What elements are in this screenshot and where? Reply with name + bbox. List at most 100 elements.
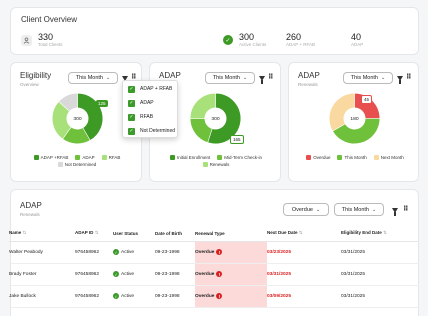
cell-renewal-type: Overdue!	[195, 241, 267, 264]
column-header-name[interactable]: Name ⇅	[9, 226, 75, 242]
cell-status: ✓ Active	[113, 241, 155, 264]
sort-icon: ⇅	[298, 230, 303, 236]
legend-item: Next Month	[373, 155, 404, 160]
renewal-type-filter-label: Overdue	[291, 206, 313, 213]
eligibility-callout: 125	[96, 100, 108, 107]
cell-dob: 09-23-1998	[155, 285, 195, 308]
more-options-icon[interactable]: ⠿	[403, 206, 409, 213]
cell-name: Brady Foster	[9, 263, 75, 286]
adap-center-value: 300	[211, 116, 219, 122]
checkbox-checked-icon[interactable]: ✓	[128, 127, 135, 135]
adap-label: ADAP	[351, 41, 364, 47]
cell-adap-id: 976458962	[75, 285, 113, 308]
cell-next-due-date: 03/23/2025	[267, 241, 341, 264]
total-clients-stat: 330 Total Clients	[21, 32, 63, 48]
cell-status: ✓ Active	[113, 285, 155, 308]
check-circle-icon: ✓	[113, 293, 119, 299]
filter-icon[interactable]	[392, 208, 398, 216]
table-header-row: Name ⇅ ADAP ID ⇅ User Status Date of Bir…	[9, 226, 419, 242]
adap-legend: Initial Enrollment Mid-Term Check-in Ren…	[156, 155, 276, 167]
adap-period-dropdown[interactable]: This Month ⌄	[205, 72, 255, 84]
cell-next-due-date: 03/31/2025	[267, 263, 341, 286]
alert-icon: !	[216, 293, 223, 299]
legend-item: Overdue	[306, 155, 330, 160]
adap-rfab-label: ADAP + RFAB	[286, 41, 316, 47]
filter-option-not-determined[interactable]: ✓ Not Determined	[123, 124, 177, 138]
column-header-next-due-date[interactable]: Next Due Date ⇅	[267, 226, 341, 242]
eligibility-legend: ADAP +RFAB ADAP RFAB Not Determined	[17, 155, 137, 167]
cell-renewal-type: Overdue!	[195, 263, 267, 286]
cell-next-due-date: 03/09/2025	[267, 285, 341, 308]
eligibility-period-label: This Month	[75, 75, 103, 81]
chevron-down-icon: ⌄	[381, 75, 386, 81]
client-overview-card: Client Overview 330 Total Clients ✓ 300 …	[10, 7, 419, 55]
filter-icon[interactable]	[397, 76, 403, 84]
sort-icon: ⇅	[22, 230, 27, 236]
cell-dob: 09-23-1998	[155, 263, 195, 286]
cell-name: Walter Peabody	[9, 241, 75, 264]
cell-renewal-type: Overdue!	[195, 285, 267, 308]
sort-icon: ⇅	[94, 230, 99, 236]
check-circle-icon: ✓	[113, 249, 119, 255]
adap-callout: 165	[230, 135, 244, 144]
renewal-type-filter-dropdown[interactable]: Overdue ⌄	[283, 203, 329, 216]
more-options-icon[interactable]: ⠿	[268, 74, 274, 81]
cell-status: ✓ Active	[113, 263, 155, 286]
active-clients-stat: ✓ 300 Active Clients	[223, 32, 267, 48]
user-icon	[21, 34, 32, 46]
table-row[interactable]: Brady Foster 976458962 ✓ Active 09-23-199…	[9, 263, 419, 286]
renewals-table: Name ⇅ ADAP ID ⇅ User Status Date of Bir…	[9, 226, 419, 308]
check-circle-icon: ✓	[113, 271, 119, 277]
eligibility-period-dropdown[interactable]: This Month ⌄	[68, 72, 118, 84]
filter-option-adap-rfab[interactable]: ✓ ADAP + RFAB	[123, 82, 177, 96]
adap-renewals-title: ADAP	[298, 71, 320, 80]
cell-dob: 09-23-1998	[155, 241, 195, 264]
chevron-down-icon: ⌄	[372, 206, 377, 213]
legend-item: Renewals	[202, 162, 229, 167]
renewals-center-value: 180	[350, 116, 358, 122]
cell-adap-id: 976458962	[75, 263, 113, 286]
table-card-title: ADAP	[20, 201, 42, 210]
adap-renewals-card: ADAP Renewals This Month ⌄ ⠿ 180 45 Overd…	[288, 62, 419, 182]
column-header-user-status: User Status	[113, 226, 155, 242]
column-header-renewal-type: Renewal Type	[195, 226, 267, 242]
alert-icon: !	[216, 271, 223, 277]
adap-period-label: This Month	[212, 75, 240, 81]
cell-name: Jake Bullock	[9, 285, 75, 308]
renewals-period-dropdown[interactable]: This Month ⌄	[343, 72, 393, 84]
filter-option-adap[interactable]: ✓ ADAP	[123, 96, 177, 110]
adap-rfab-stat: 260 ADAP + RFAB	[286, 32, 316, 48]
adap-renewals-legend: Overdue This Month Next Month	[295, 155, 415, 160]
more-options-icon[interactable]: ⠿	[406, 74, 412, 81]
checkbox-checked-icon[interactable]: ✓	[128, 113, 135, 121]
active-clients-label: Active Clients	[239, 41, 267, 47]
table-period-label: This Month	[341, 206, 369, 213]
cell-adap-id: 976458962	[75, 241, 113, 264]
column-header-dob: Date of Birth	[155, 226, 195, 242]
chevron-down-icon: ⌄	[315, 206, 321, 213]
renewals-period-label: This Month	[350, 75, 378, 81]
legend-item: RFAB	[101, 155, 120, 160]
table-row[interactable]: Jake Bullock 976458962 ✓ Active 09-23-199…	[9, 285, 419, 308]
adap-title: ADAP	[159, 71, 181, 80]
table-card-subtitle: Renewals	[20, 212, 40, 217]
column-header-eligibility-end-date[interactable]: Eligibility End Date ⇅	[341, 226, 419, 242]
table-period-dropdown[interactable]: This Month ⌄	[334, 203, 384, 216]
alert-icon: !	[216, 249, 223, 255]
filter-icon[interactable]	[259, 76, 265, 84]
legend-item: ADAP +RFAB	[33, 155, 68, 160]
checkbox-checked-icon[interactable]: ✓	[128, 85, 135, 93]
column-header-adap-id[interactable]: ADAP ID ⇅	[75, 226, 113, 242]
checkbox-checked-icon[interactable]: ✓	[128, 99, 135, 107]
legend-item: This Month	[337, 155, 367, 160]
eligibility-center-value: 300	[73, 116, 81, 122]
adap-renewals-donut-chart: 180	[328, 92, 381, 145]
adap-stat: 40 ADAP	[351, 32, 364, 48]
table-row[interactable]: Walter Peabody 976458962 ✓ Active 09-23-1…	[9, 241, 419, 264]
legend-item: Mid-Term Check-in	[217, 155, 262, 160]
chevron-down-icon: ⌄	[243, 75, 248, 81]
chevron-down-icon: ⌄	[106, 75, 111, 81]
cell-eligibility-end-date: 03/31/2025	[341, 241, 419, 264]
filter-option-rfab[interactable]: ✓ RFAB	[123, 110, 177, 124]
eligibility-subtitle: Overview	[20, 82, 39, 87]
